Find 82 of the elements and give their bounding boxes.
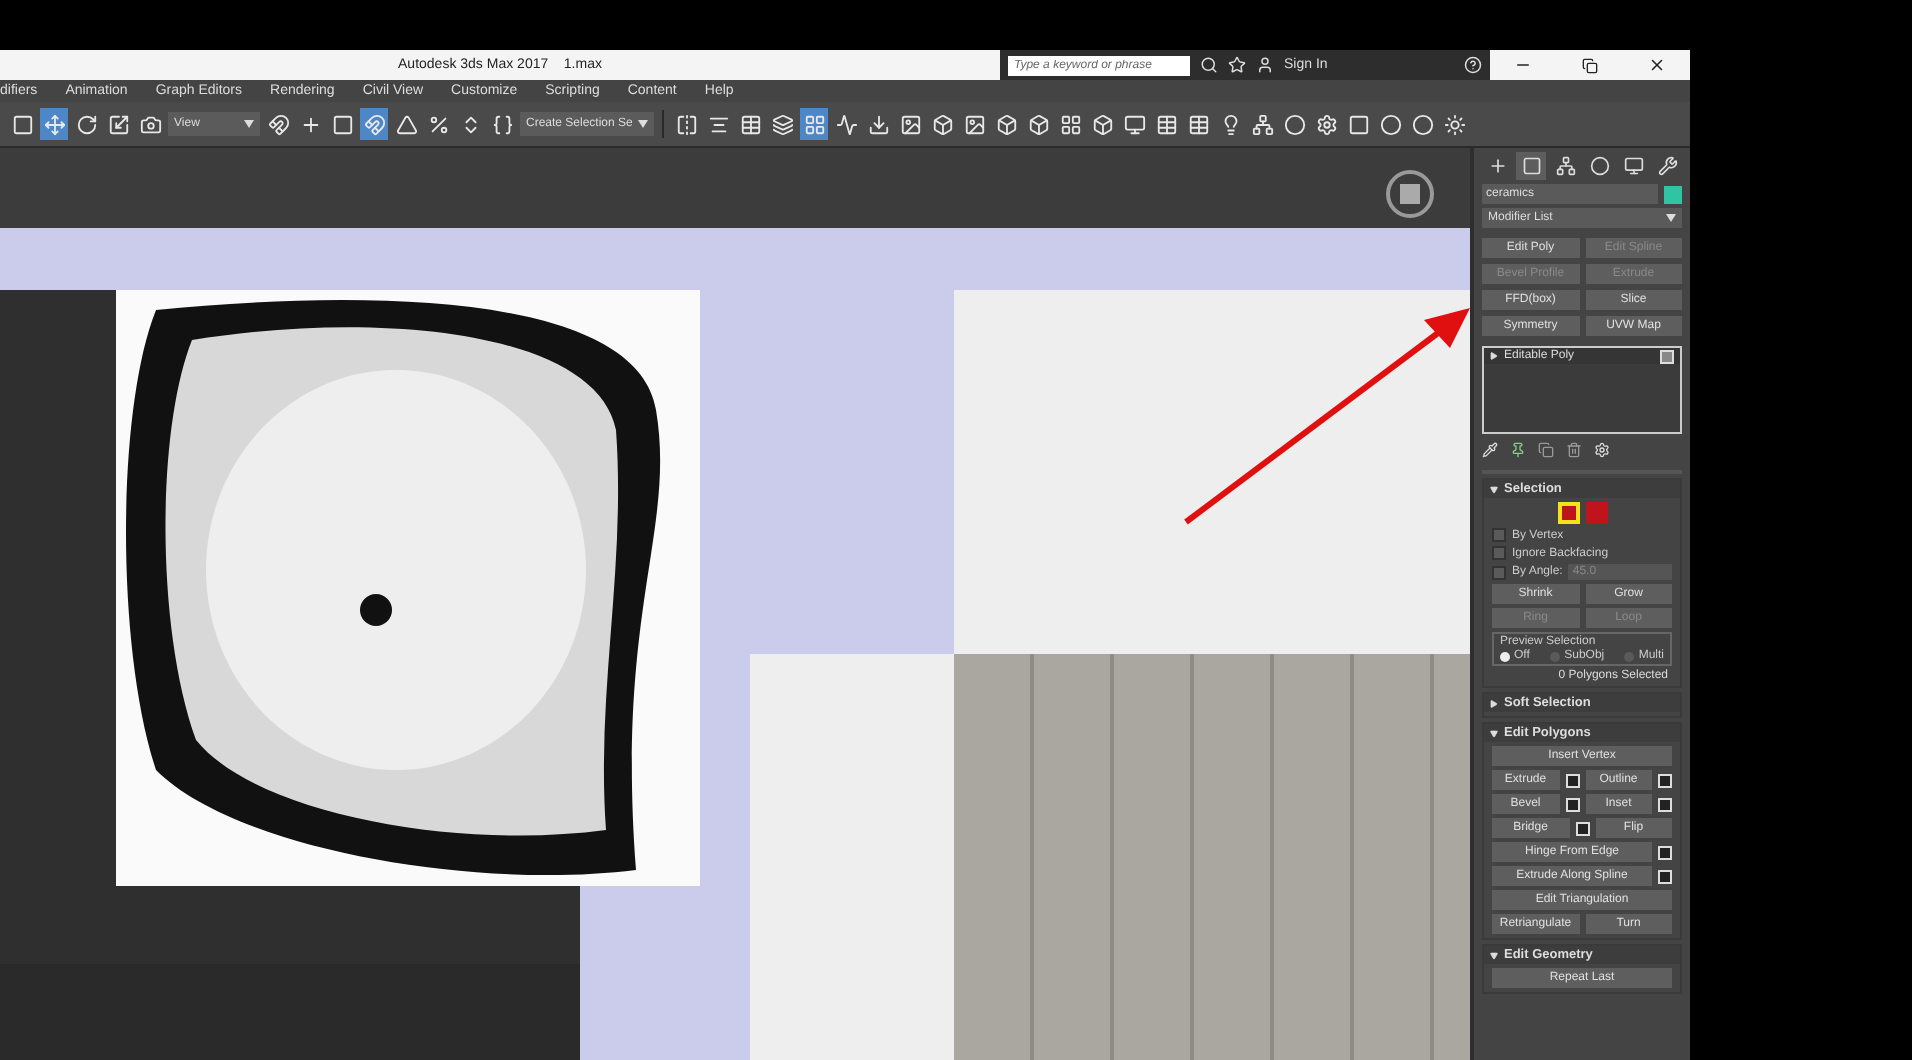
tool-icon	[427, 113, 449, 135]
checkbox[interactable]	[1492, 565, 1506, 579]
user-icon	[1256, 56, 1274, 74]
tool-icon	[1411, 113, 1434, 135]
toggle-icon[interactable]	[1660, 349, 1674, 363]
tool-icon	[363, 113, 385, 135]
tool-icon	[835, 113, 858, 135]
settings-box-icon[interactable]	[1565, 797, 1579, 811]
tool-icon	[395, 113, 417, 135]
expand-icon	[1490, 951, 1498, 959]
toolbar-button[interactable]	[360, 108, 388, 140]
copy-icon	[1538, 442, 1554, 458]
tool-icon	[139, 113, 161, 135]
tool-icon	[899, 113, 922, 135]
settings-box-icon[interactable]	[1658, 797, 1672, 811]
search-icon	[1200, 56, 1218, 74]
star-icon	[1228, 56, 1246, 74]
settings-box-icon[interactable]	[1658, 773, 1672, 787]
settings-box-icon[interactable]	[1658, 845, 1672, 859]
expand-icon[interactable]	[1490, 352, 1498, 360]
tool-icon	[1315, 113, 1338, 135]
tab-icon	[1657, 156, 1677, 176]
tab-icon	[1623, 156, 1643, 176]
checkbox[interactable]	[1492, 528, 1506, 542]
radio-button[interactable]	[1500, 651, 1510, 661]
tool-icon	[675, 113, 698, 135]
caret-icon	[638, 120, 649, 128]
tool-icon	[771, 113, 794, 135]
tool-icon	[1123, 113, 1146, 135]
color-swatch[interactable]	[1664, 185, 1682, 203]
tool-icon	[867, 113, 890, 135]
tool-icon	[1379, 113, 1402, 135]
tool-icon	[739, 113, 762, 135]
radio-button[interactable]	[1550, 651, 1561, 661]
expand-icon	[1490, 699, 1498, 707]
tool-icon	[803, 113, 826, 135]
tool-icon	[267, 113, 289, 135]
tool-icon	[491, 113, 513, 135]
toolbar-button[interactable]	[800, 108, 829, 140]
subobject-button[interactable]	[1557, 502, 1579, 524]
trash-icon	[1566, 442, 1582, 458]
tool-icon	[75, 113, 97, 135]
settings-box-icon[interactable]	[1658, 869, 1672, 883]
restore-icon[interactable]	[1581, 57, 1598, 73]
tool-icon	[1155, 113, 1178, 135]
settings-icon	[1594, 442, 1610, 458]
tool-icon	[107, 113, 129, 135]
tool-icon	[1443, 113, 1466, 135]
tool-icon	[1059, 113, 1082, 135]
tab-icon	[1521, 156, 1541, 176]
settings-box-icon[interactable]	[1575, 821, 1589, 835]
tool-icon	[1347, 113, 1370, 135]
expand-icon	[1490, 729, 1498, 737]
tool-icon	[931, 113, 954, 135]
tool-icon	[1251, 113, 1274, 135]
caret-icon	[244, 120, 254, 128]
tool-icon	[11, 113, 33, 135]
caret-icon	[1666, 214, 1676, 222]
settings-box-icon[interactable]	[1565, 773, 1579, 787]
help-icon	[1464, 56, 1482, 74]
tab-icon	[1555, 156, 1575, 176]
checkbox[interactable]	[1492, 546, 1506, 560]
panel-tab[interactable]	[1516, 152, 1546, 180]
toolbar-button[interactable]	[40, 108, 68, 140]
tool-icon	[299, 113, 321, 135]
tool-icon	[1187, 113, 1210, 135]
close-icon[interactable]	[1647, 56, 1666, 74]
tool-icon	[963, 113, 986, 135]
tab-icon	[1589, 156, 1609, 176]
viewport[interactable]	[0, 148, 1470, 1060]
expand-icon	[1490, 485, 1498, 493]
tool-icon	[331, 113, 353, 135]
view-cube-icon	[1380, 164, 1440, 224]
tool-icon	[995, 113, 1018, 135]
tool-icon	[1027, 113, 1050, 135]
tool-icon	[1219, 113, 1242, 135]
tool-icon	[43, 113, 65, 135]
tool-icon	[707, 113, 730, 135]
tool-icon	[1283, 113, 1306, 135]
tab-icon	[1487, 156, 1507, 176]
tool-icon	[1091, 113, 1114, 135]
radio-button[interactable]	[1624, 651, 1635, 661]
